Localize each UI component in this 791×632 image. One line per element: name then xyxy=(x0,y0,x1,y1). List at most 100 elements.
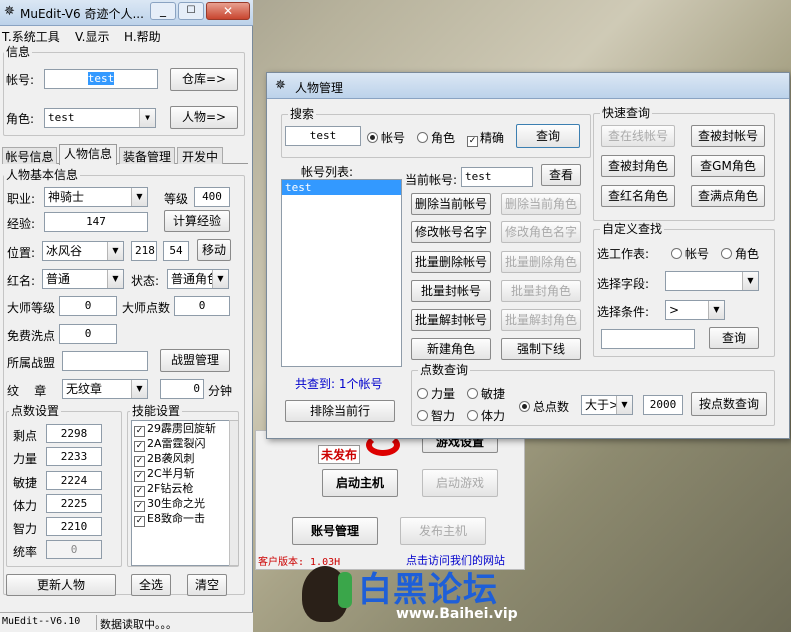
skill-checkbox[interactable]: ✓ xyxy=(134,426,145,437)
search-radio-role[interactable]: 角色 xyxy=(417,129,455,146)
points-query-button[interactable]: 按点数查询 xyxy=(691,392,767,416)
character-button[interactable]: 人物=> xyxy=(170,106,238,129)
tab-character-info[interactable]: 人物信息 xyxy=(59,144,117,165)
close-button[interactable]: ✕ xyxy=(206,2,250,20)
pos-y-input[interactable]: 54 xyxy=(163,241,189,261)
batch-unban-role-button[interactable]: 批量解封角色 xyxy=(501,309,581,331)
minimize-button[interactable]: _ xyxy=(150,2,176,20)
redname-select[interactable]: 普通 xyxy=(42,269,124,289)
query-gm-roles-button[interactable]: 查GM角色 xyxy=(691,155,765,177)
master-level-input[interactable]: 0 xyxy=(59,296,117,316)
emblem-minutes-input[interactable]: 0 xyxy=(160,379,204,399)
map-select[interactable]: 冰风谷 xyxy=(42,241,124,261)
tab-in-development[interactable]: 开发中 xyxy=(177,147,223,164)
pq-value-input[interactable]: 2000 xyxy=(643,395,683,415)
exp-input[interactable]: 147 xyxy=(44,212,148,232)
batch-ban-account-button[interactable]: 批量封帐号 xyxy=(411,280,491,302)
pq-total-radio[interactable]: 总点数 xyxy=(519,398,569,415)
table-radio-account[interactable]: 帐号 xyxy=(671,245,709,262)
condition-select[interactable]: > xyxy=(665,300,725,320)
pq-operator-select[interactable]: 大于> xyxy=(581,395,633,415)
skill-checkbox[interactable]: ✓ xyxy=(134,441,145,452)
dialog-title-bar[interactable]: ✵ 人物管理 xyxy=(267,73,789,99)
skill-item[interactable]: ✓ 2A雷霆裂闪 xyxy=(134,437,227,452)
rename-account-button[interactable]: 修改帐号名字 xyxy=(411,221,491,243)
tab-equipment[interactable]: 装备管理 xyxy=(119,147,175,164)
job-select[interactable]: 神骑士 xyxy=(44,187,148,207)
warehouse-button[interactable]: 仓库=> xyxy=(170,68,238,91)
delete-account-button[interactable]: 删除当前帐号 xyxy=(411,193,491,215)
current-account-input[interactable]: test xyxy=(461,167,533,187)
search-input[interactable]: test xyxy=(285,126,361,146)
intelligence-input[interactable]: 2210 xyxy=(46,517,102,536)
move-button[interactable]: 移动 xyxy=(197,239,231,261)
guild-input[interactable] xyxy=(62,351,148,371)
account-manage-button[interactable]: 账号管理 xyxy=(292,517,378,545)
skill-checkbox[interactable]: ✓ xyxy=(134,486,145,497)
account-list[interactable]: test xyxy=(281,179,402,367)
pq-strength-radio[interactable]: 力量 xyxy=(417,385,455,402)
exclude-row-button[interactable]: 排除当前行 xyxy=(285,400,395,422)
query-banned-roles-button[interactable]: 查被封角色 xyxy=(601,155,675,177)
clear-button[interactable]: 清空 xyxy=(187,574,227,596)
pq-stamina-radio[interactable]: 体力 xyxy=(467,407,505,424)
emblem-select[interactable]: 无纹章 xyxy=(62,379,148,399)
skill-item[interactable]: ✓ 29霹雳回旋斩 xyxy=(134,422,227,437)
level-input[interactable]: 400 xyxy=(194,187,230,207)
pq-agility-radio[interactable]: 敏捷 xyxy=(467,385,505,402)
table-radio-role[interactable]: 角色 xyxy=(721,245,759,262)
tab-account-info[interactable]: 帐号信息 xyxy=(2,147,57,164)
query-banned-accounts-button[interactable]: 查被封帐号 xyxy=(691,125,765,147)
custom-query-button[interactable]: 查询 xyxy=(709,327,759,349)
skill-checkbox[interactable]: ✓ xyxy=(134,516,145,527)
update-character-button[interactable]: 更新人物 xyxy=(6,574,116,596)
query-online-accounts-button[interactable]: 查在线帐号 xyxy=(601,125,675,147)
field-select[interactable] xyxy=(665,271,759,291)
exact-checkbox[interactable]: ✓ 精确 xyxy=(467,129,504,147)
view-button[interactable]: 查看 xyxy=(541,164,581,186)
skill-checkbox[interactable]: ✓ xyxy=(134,456,145,467)
pq-intelligence-radio[interactable]: 智力 xyxy=(417,407,455,424)
new-role-button[interactable]: 新建角色 xyxy=(411,338,491,360)
menu-tools[interactable]: T.系统工具 xyxy=(2,28,60,45)
master-points-input[interactable]: 0 xyxy=(174,296,230,316)
account-list-item[interactable]: test xyxy=(282,180,401,195)
rename-role-button[interactable]: 修改角色名字 xyxy=(501,221,581,243)
skill-item[interactable]: ✓ 2C半月斩 xyxy=(134,467,227,482)
calc-exp-button[interactable]: 计算经验 xyxy=(164,210,230,232)
guild-manage-button[interactable]: 战盟管理 xyxy=(160,349,230,372)
strength-input[interactable]: 2233 xyxy=(46,447,102,466)
start-host-button[interactable]: 启动主机 xyxy=(322,469,398,497)
skills-scrollbar[interactable] xyxy=(229,420,239,566)
search-query-button[interactable]: 查询 xyxy=(516,124,580,148)
batch-delete-role-button[interactable]: 批量删除角色 xyxy=(501,251,581,273)
publish-host-button[interactable]: 发布主机 xyxy=(400,517,486,545)
menu-view[interactable]: V.显示 xyxy=(75,28,109,45)
skill-item[interactable]: ✓ 2F钻云枪 xyxy=(134,482,227,497)
select-all-button[interactable]: 全选 xyxy=(131,574,171,596)
command-input[interactable]: 0 xyxy=(46,540,102,559)
start-game-button[interactable]: 启动游戏 xyxy=(422,469,498,497)
delete-role-button[interactable]: 删除当前角色 xyxy=(501,193,581,215)
points-remaining-input[interactable]: 2298 xyxy=(46,424,102,443)
main-title-bar[interactable]: ✵ MuEdit-V6 奇迹个人... _ ☐ ✕ xyxy=(0,0,253,26)
agility-input[interactable]: 2224 xyxy=(46,471,102,490)
skill-item[interactable]: ✓ 30生命之光 xyxy=(134,497,227,512)
stamina-input[interactable]: 2225 xyxy=(46,494,102,513)
skill-checkbox[interactable]: ✓ xyxy=(134,471,145,482)
skill-item[interactable]: ✓ E8致命一击 xyxy=(134,512,227,527)
query-maxpoints-roles-button[interactable]: 查满点角色 xyxy=(691,185,765,207)
menu-help[interactable]: H.帮助 xyxy=(124,28,161,45)
skill-checkbox[interactable]: ✓ xyxy=(134,501,145,512)
batch-unban-account-button[interactable]: 批量解封帐号 xyxy=(411,309,491,331)
maximize-button[interactable]: ☐ xyxy=(178,2,204,20)
pos-x-input[interactable]: 218 xyxy=(131,241,157,261)
state-select[interactable]: 普通角色 xyxy=(167,269,229,289)
role-select[interactable]: test xyxy=(44,108,156,128)
custom-value-input[interactable] xyxy=(601,329,695,349)
force-logout-button[interactable]: 强制下线 xyxy=(501,338,581,360)
batch-delete-account-button[interactable]: 批量删除帐号 xyxy=(411,251,491,273)
batch-ban-role-button[interactable]: 批量封角色 xyxy=(501,280,581,302)
query-redname-roles-button[interactable]: 查红名角色 xyxy=(601,185,675,207)
search-radio-account[interactable]: 帐号 xyxy=(367,129,405,146)
